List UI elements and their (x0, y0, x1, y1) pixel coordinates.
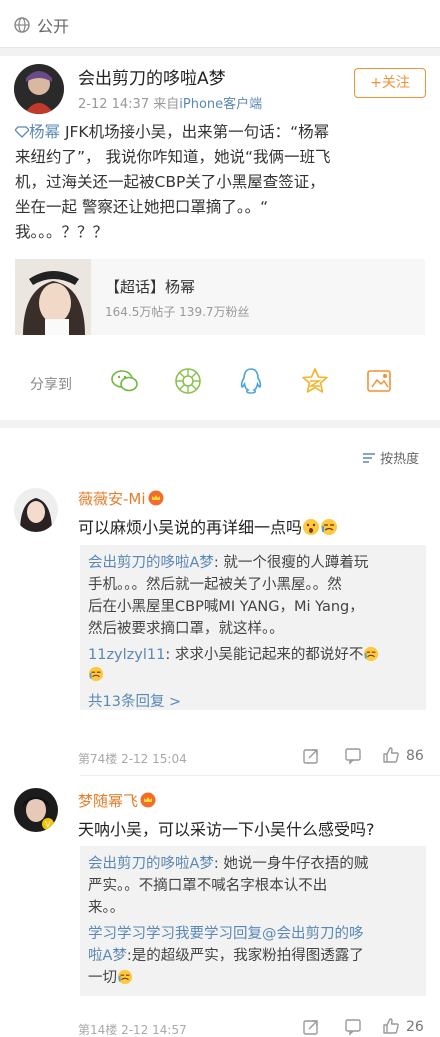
reply-user[interactable]: 会出剪刀的哆啦A梦 (88, 555, 214, 571)
more-replies-link[interactable]: 共13条回复 > (88, 691, 418, 713)
post-meta: 2-12 14:37 来自iPhone客户端 (78, 93, 262, 112)
post-source[interactable]: iPhone客户端 (179, 97, 262, 112)
post-author-name[interactable]: 会出剪刀的哆啦A梦 (78, 64, 226, 89)
wechat-icon[interactable] (110, 366, 140, 396)
crying-emoji-icon (88, 666, 104, 682)
like-count: 86 (406, 748, 424, 764)
comment-divider (80, 775, 440, 776)
shocked-emoji-icon (303, 519, 320, 535)
follow-button[interactable]: +关注 (354, 68, 426, 98)
sort-hot-button[interactable]: 按热度 (362, 448, 419, 467)
qzone-icon[interactable] (300, 366, 330, 396)
share-label: 分享到 (30, 377, 72, 393)
visibility-bar: 公开 (0, 0, 440, 48)
like-icon[interactable] (382, 746, 400, 764)
post-time: 2-12 14:37 (78, 97, 150, 112)
visibility-label: 公开 (37, 17, 70, 36)
comment-floor-time: 第74楼 2-12 15:04 (78, 752, 187, 766)
share-icon[interactable] (302, 1018, 320, 1036)
comment-user-name[interactable]: 薇薇安-Mi (78, 490, 146, 508)
weibo-share-icon[interactable] (364, 366, 394, 396)
post-body: 杨幂 JFK机场接小吴，出来第一句话：“杨幂 来纽约了”， 我说你咋知道，她说“… (14, 123, 331, 241)
vip-crown-icon (148, 490, 164, 506)
topic-card[interactable]: 【超话】杨幂 164.5万帖子 139.7万粉丝 (15, 259, 425, 335)
comment-text: 可以麻烦小吴说的再详细一点吗 (78, 514, 338, 538)
reply-user[interactable]: 学习学习学习我要学习回复@会出剪刀的哆 (88, 923, 418, 945)
like-count: 26 (406, 1019, 424, 1035)
vip-crown-icon (140, 792, 156, 808)
comment-icon[interactable] (344, 747, 362, 765)
reply-user[interactable]: 会出剪刀的哆啦A梦 (88, 856, 214, 872)
comment-floor-time: 第14楼 2-12 14:57 (78, 1023, 187, 1037)
comment-user-name[interactable]: 梦随幂飞 (78, 792, 138, 810)
diamond-icon (14, 126, 30, 138)
topic-stats: 164.5万帖子 139.7万粉丝 (105, 305, 250, 319)
comment-header: 薇薇安-Mi (78, 488, 164, 509)
qq-icon[interactable] (236, 366, 266, 396)
comment-avatar[interactable] (14, 488, 58, 532)
svg-text:V: V (45, 820, 51, 829)
crying-emoji-icon (364, 646, 379, 662)
mention-link[interactable]: 杨幂 (14, 123, 60, 141)
comments-section: 按热度 薇薇安-Mi 可以麻烦小吴说的再详细一点吗 会出剪刀的哆啦A梦: 就一个… (0, 428, 440, 1037)
comment-avatar[interactable]: V (14, 788, 58, 832)
crying-emoji-icon (117, 969, 133, 985)
share-icon[interactable] (302, 747, 320, 765)
like-icon[interactable] (382, 1017, 400, 1035)
post-source-prefix: 来自 (153, 97, 180, 112)
topic-title: 【超话】杨幂 (105, 278, 196, 296)
comment-icon[interactable] (344, 1018, 362, 1036)
comment-header: 梦随幂飞 (78, 790, 156, 811)
reply-user-cont[interactable]: 啦A梦 (88, 948, 127, 964)
reply-box[interactable]: 会出剪刀的哆啦A梦: 就一个很瘦的人蹲着玩 手机。。。然后就一起被关了小黑屋。。… (80, 545, 426, 710)
reply-box[interactable]: 会出剪刀的哆啦A梦: 她说一身牛仔衣捂的贼 严实。。不摘口罩不喊名字根本认不出 … (80, 846, 426, 996)
comment-text: 天呐小吴，可以采访一下小吴什么感受吗? (78, 820, 375, 839)
moments-icon[interactable] (173, 366, 203, 396)
topic-image (15, 259, 91, 335)
globe-icon (14, 17, 30, 33)
reply-user[interactable]: 11zylzyl11 (88, 647, 165, 663)
crying-emoji-icon (321, 519, 338, 535)
sort-icon (363, 453, 375, 463)
post-card: 会出剪刀的哆啦A梦 2-12 14:37 来自iPhone客户端 +关注 杨幂 … (0, 56, 440, 420)
author-avatar[interactable] (14, 64, 64, 114)
